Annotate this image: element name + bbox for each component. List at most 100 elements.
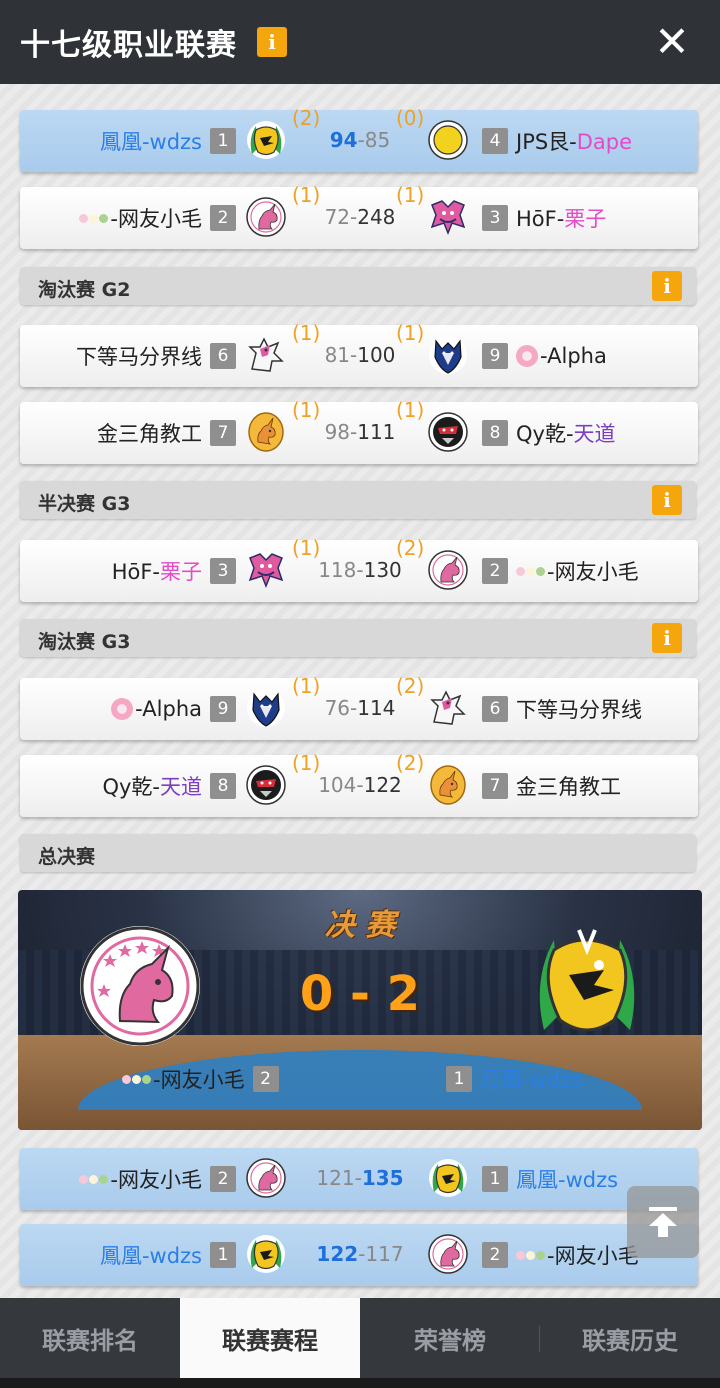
- seed-badge: 6: [482, 696, 508, 722]
- winning-score: 122: [316, 1242, 359, 1266]
- yellow-circle-logo-icon: [428, 120, 468, 160]
- close-button[interactable]: ✕: [652, 21, 692, 63]
- team-name: 金三角教工: [97, 418, 202, 448]
- team-right[interactable]: 9 -Alpha: [482, 341, 607, 371]
- team-right[interactable]: 3 HōF-栗子: [482, 203, 606, 233]
- team-left[interactable]: Qy乾-天道 8: [102, 771, 236, 801]
- series-count-right: (2): [396, 536, 425, 560]
- score-separator: -: [357, 128, 365, 152]
- score-separator: -: [356, 558, 364, 582]
- game-score: 104-122: [300, 773, 420, 797]
- team-left[interactable]: 下等马分界线 6: [76, 341, 236, 371]
- team-left[interactable]: 鳳凰-wdzs 1: [100, 126, 236, 156]
- team-left[interactable]: 金三角教工 7: [97, 418, 236, 448]
- team-left[interactable]: 鳳凰-wdzs 1: [100, 1240, 236, 1270]
- team-name: 鳳凰-wdzs: [516, 1164, 618, 1194]
- unicorn-logo-icon: [246, 1158, 286, 1198]
- losing-score: 72: [324, 205, 351, 229]
- series-count-right: (0): [396, 106, 425, 130]
- team-left[interactable]: -网友小毛 2: [79, 203, 236, 233]
- round-header: 淘汰赛 G3 i: [20, 619, 696, 657]
- winning-score: 135: [361, 1166, 404, 1190]
- dango-icon: [79, 1174, 109, 1184]
- info-icon[interactable]: i: [652, 623, 682, 653]
- round-label: 淘汰赛 G3: [38, 631, 131, 653]
- team-right[interactable]: 1 鳳凰-wdzs: [482, 1164, 618, 1194]
- final-team-left[interactable]: -网友小毛 2: [122, 1064, 279, 1094]
- team-name-part: 栗子: [160, 560, 202, 584]
- game-score: 121-135: [300, 1166, 420, 1190]
- series-count-right: (2): [396, 751, 425, 775]
- ninja-logo-icon: [428, 412, 468, 452]
- series-count-right: (1): [396, 321, 425, 345]
- team-name: -网友小毛: [110, 203, 202, 233]
- schedule-content[interactable]: 鳳凰-wdzs 1 4 JPS艮-Dape (2) (0) 94-85 -网友小毛 2 3 HōF…: [0, 84, 720, 1298]
- team-name-part: 鳳凰-wdzs: [99, 1244, 202, 1268]
- team-name-part: 下等马分界线: [76, 345, 202, 369]
- team-name-part: -网友小毛: [110, 207, 202, 231]
- tab-league-history[interactable]: 联赛历史: [540, 1298, 720, 1378]
- match-row[interactable]: 金三角教工 7 8 Qy乾-天道 (1) (1) 98-111: [20, 398, 698, 464]
- unicorn-logo-icon: [428, 550, 468, 590]
- team-name-part: 栗子: [564, 207, 607, 231]
- team-name-part: Qy乾-: [102, 775, 160, 799]
- seed-badge: 4: [482, 128, 508, 154]
- team-name-part: -Alpha: [135, 697, 202, 721]
- series-count-left: (2): [292, 106, 321, 130]
- match-row[interactable]: 下等马分界线 6 9 -Alpha (1) (1) 81-100: [20, 321, 698, 387]
- info-icon[interactable]: i: [257, 27, 287, 57]
- series-count-right: (1): [396, 398, 425, 422]
- tab-league-schedule[interactable]: 联赛赛程: [180, 1298, 360, 1378]
- team-left[interactable]: -网友小毛 2: [79, 1164, 236, 1194]
- round-label: 淘汰赛 G2: [38, 279, 131, 301]
- match-row[interactable]: HōF-栗子 3 2 -网友小毛 (1) (2) 118-130: [20, 536, 698, 602]
- final-team-right[interactable]: 1 鳳凰-wdzs: [446, 1064, 582, 1094]
- team-left[interactable]: HōF-栗子 3: [112, 556, 236, 586]
- seed-badge: 8: [210, 773, 236, 799]
- wolf-logo-icon: [428, 335, 468, 375]
- match-row[interactable]: 鳳凰-wdzs 1 2 -网友小毛 122-117: [20, 1224, 698, 1286]
- flower-icon: [111, 698, 134, 720]
- team-right[interactable]: 2 -网友小毛: [482, 1240, 639, 1270]
- team-right[interactable]: 6 下等马分界线: [482, 694, 642, 724]
- team-right[interactable]: 7 金三角教工: [482, 771, 621, 801]
- wolf-logo-icon: [246, 688, 286, 728]
- team-right[interactable]: 4 JPS艮-Dape: [482, 126, 632, 156]
- team-left[interactable]: -Alpha 9: [111, 694, 236, 724]
- team-name-part: -网友小毛: [110, 1168, 202, 1192]
- dango-icon: [122, 1074, 151, 1084]
- info-icon[interactable]: i: [652, 271, 682, 301]
- team-name: -网友小毛: [110, 1164, 202, 1194]
- gold-unicorn-logo-icon: [428, 765, 468, 805]
- team-name: HōF-栗子: [112, 556, 202, 586]
- pink-horse-logo-icon: [246, 335, 286, 375]
- final-banner[interactable]: 决 赛 0 - 2 -网友小毛 2 1 鳳凰-wdzs: [18, 890, 702, 1130]
- tab-league-ranking[interactable]: 联赛排名: [0, 1298, 180, 1378]
- winning-score: 248: [357, 205, 396, 229]
- scroll-to-top-button[interactable]: [627, 1186, 699, 1258]
- info-icon[interactable]: i: [652, 485, 682, 515]
- seed-badge: 2: [482, 1242, 508, 1268]
- series-count-right: (1): [396, 183, 425, 207]
- round-header: 淘汰赛 G2 i: [20, 267, 696, 305]
- dragon-logo-icon: [246, 1234, 286, 1274]
- team-right[interactable]: 2 -网友小毛: [482, 556, 639, 586]
- team-name: 鳳凰-wdzs: [100, 1240, 202, 1270]
- team-name: HōF-栗子: [516, 203, 606, 233]
- losing-score: 85: [364, 128, 391, 152]
- round-header: 总决赛: [20, 834, 696, 872]
- match-row[interactable]: -Alpha 9 6 下等马分界线 (1) (2) 76-114: [20, 674, 698, 740]
- match-row[interactable]: Qy乾-天道 8 7 金三角教工 (1) (2) 104-122: [20, 751, 698, 817]
- losing-score: 104: [318, 773, 357, 797]
- game-score: 118-130: [300, 558, 420, 582]
- team-right[interactable]: 8 Qy乾-天道: [482, 418, 616, 448]
- losing-score: 121: [316, 1166, 355, 1190]
- match-row[interactable]: -网友小毛 2 1 鳳凰-wdzs 121-135: [20, 1148, 698, 1210]
- gold-unicorn-logo-icon: [246, 412, 286, 452]
- match-row[interactable]: 鳳凰-wdzs 1 4 JPS艮-Dape (2) (0) 94-85: [20, 106, 698, 172]
- series-count-right: (2): [396, 674, 425, 698]
- seed-badge: 2: [482, 558, 508, 584]
- match-row[interactable]: -网友小毛 2 3 HōF-栗子 (1) (1) 72-248: [20, 183, 698, 249]
- tab-honor-roll[interactable]: 荣誉榜: [360, 1298, 540, 1378]
- team-name-part: Qy乾-: [516, 422, 574, 446]
